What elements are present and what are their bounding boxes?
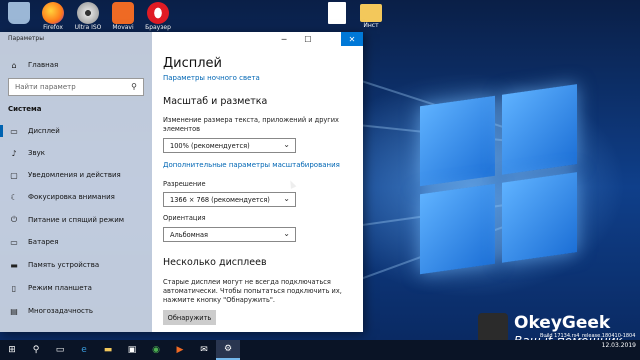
search-placeholder: Найти параметр: [15, 83, 76, 91]
sidebar-item-label: Уведомления и действия: [28, 171, 121, 179]
sidebar-item-home[interactable]: ⌂ Главная: [0, 57, 152, 73]
sidebar-item-storage[interactable]: ▬ Память устройства: [0, 257, 152, 273]
settings-window: Параметры ⌂ Главная Найти параметр ⚲ Сис…: [0, 32, 363, 332]
sidebar-item-label: Многозадачность: [28, 307, 94, 315]
scale-value: 100% (рекомендуется): [170, 141, 250, 150]
sidebar-item-tablet[interactable]: ▯ Режим планшета: [0, 280, 152, 296]
settings-taskbar-icon[interactable]: ⚙: [216, 340, 240, 360]
desktop-icon-label: Браузер: [145, 24, 171, 31]
windows-logo: [420, 84, 580, 276]
sound-icon: ♪: [11, 148, 17, 158]
desktop-icon-ultraiso[interactable]: Ultra ISO: [73, 2, 103, 31]
sidebar-item-label: Питание и спящий режим: [28, 216, 125, 224]
chevron-down-icon: ⌄: [283, 229, 290, 238]
opera-icon: [147, 2, 169, 24]
desktop-icon-folder[interactable]: Инст: [356, 2, 386, 29]
resolution-label: Разрешение: [163, 180, 206, 188]
sidebar-item-label: Батарея: [28, 238, 59, 246]
window-title: Параметры: [8, 35, 44, 42]
desktop-icon-opera[interactable]: Браузер: [143, 2, 173, 31]
start-button[interactable]: ⊞: [0, 340, 24, 360]
battery-icon: ▭: [10, 237, 18, 247]
search-icon[interactable]: ⚲: [24, 340, 48, 360]
sidebar-item-label: Память устройства: [28, 261, 100, 269]
settings-sidebar: Параметры ⌂ Главная Найти параметр ⚲ Сис…: [0, 32, 152, 332]
resolution-dropdown[interactable]: 1366 × 768 (рекомендуется) ⌄: [163, 192, 296, 207]
orientation-value: Альбомная: [170, 230, 209, 239]
close-button[interactable]: ✕: [341, 32, 363, 46]
page-title: Дисплей: [163, 56, 223, 71]
document-icon: [328, 2, 346, 24]
scale-description: Изменение размера текста, приложений и д…: [163, 116, 339, 133]
sidebar-item-battery[interactable]: ▭ Батарея: [0, 234, 152, 250]
chevron-down-icon: ⌄: [283, 194, 290, 203]
sidebar-item-multitasking[interactable]: ▤ Многозадачность: [0, 303, 152, 319]
focus-icon: ☾: [10, 192, 18, 202]
mail-icon[interactable]: ✉: [192, 340, 216, 360]
minimize-button[interactable]: ─: [273, 32, 295, 46]
search-input[interactable]: Найти параметр ⚲: [8, 78, 144, 96]
search-icon: ⚲: [131, 82, 137, 91]
explorer-icon[interactable]: ▬: [96, 340, 120, 360]
orientation-label: Ориентация: [163, 214, 206, 222]
notifications-icon: ▢: [10, 170, 18, 180]
multi-display-description: Старые дисплеи могут не всегда подключат…: [163, 278, 342, 304]
desktop-icon-movavi[interactable]: Movavi: [108, 2, 138, 31]
sidebar-section-heading: Система: [8, 105, 42, 113]
multi-display-heading: Несколько дисплеев: [163, 257, 267, 268]
display-icon: ▭: [10, 126, 18, 136]
okeygeek-logo: [478, 313, 508, 343]
scale-section-heading: Масштаб и разметка: [163, 96, 268, 107]
movavi-icon: [112, 2, 134, 24]
multitasking-icon: ▤: [10, 306, 18, 316]
movavi-taskbar-icon[interactable]: ▶: [168, 340, 192, 360]
taskbar: ⊞ ⚲ ▭ e ▬ ▣ ◉ ▶ ✉ ⚙: [0, 340, 640, 360]
sidebar-item-power[interactable]: ⏻ Питание и спящий режим: [0, 212, 152, 228]
chevron-down-icon: ⌄: [283, 140, 290, 149]
sidebar-item-focus[interactable]: ☾ Фокусировка внимания: [0, 189, 152, 205]
desktop-icon-label: Инст: [363, 22, 379, 29]
desktop-icon-recycle-bin[interactable]: [4, 2, 34, 24]
firefox-icon: [42, 2, 64, 24]
maximize-button[interactable]: ☐: [297, 32, 319, 46]
store-icon[interactable]: ▣: [120, 340, 144, 360]
sidebar-item-notifications[interactable]: ▢ Уведомления и действия: [0, 167, 152, 183]
recycle-bin-icon: [8, 2, 30, 24]
home-icon: ⌂: [11, 60, 17, 70]
advanced-scaling-link[interactable]: Дополнительные параметры масштабирования: [163, 161, 340, 169]
scale-dropdown[interactable]: 100% (рекомендуется) ⌄: [163, 138, 296, 153]
watermark-title: OkeyGeek: [514, 313, 611, 333]
sidebar-item-label: Главная: [28, 61, 59, 69]
taskbar-clock[interactable]: 12.03.2019: [602, 342, 636, 350]
storage-icon: ▬: [10, 260, 18, 270]
sidebar-item-display[interactable]: ▭ Дисплей: [0, 123, 152, 139]
orientation-dropdown[interactable]: Альбомная ⌄: [163, 227, 296, 242]
clock-date: 12.03.2019: [601, 342, 636, 349]
sidebar-item-label: Звук: [28, 149, 45, 157]
detect-button[interactable]: Обнаружить: [163, 310, 216, 325]
sidebar-item-label: Дисплей: [28, 127, 60, 135]
chrome-icon[interactable]: ◉: [144, 340, 168, 360]
tablet-icon: ▯: [11, 283, 17, 293]
folder-icon: [360, 4, 382, 22]
desktop-icon-firefox[interactable]: Firefox: [38, 2, 68, 31]
night-light-link[interactable]: Параметры ночного света: [163, 74, 260, 82]
power-icon: ⏻: [10, 215, 18, 224]
sidebar-item-label: Фокусировка внимания: [28, 193, 115, 201]
sidebar-item-sound[interactable]: ♪ Звук: [0, 145, 152, 161]
resolution-value: 1366 × 768 (рекомендуется): [170, 195, 270, 204]
disc-icon: [77, 2, 99, 24]
desktop-icon-document[interactable]: [322, 2, 352, 24]
title-bar: ─ ☐ ✕: [152, 32, 363, 46]
task-view-icon[interactable]: ▭: [48, 340, 72, 360]
edge-icon[interactable]: e: [72, 340, 96, 360]
sidebar-item-label: Режим планшета: [28, 284, 92, 292]
settings-content: ─ ☐ ✕ Дисплей Параметры ночного света Ма…: [152, 32, 363, 332]
